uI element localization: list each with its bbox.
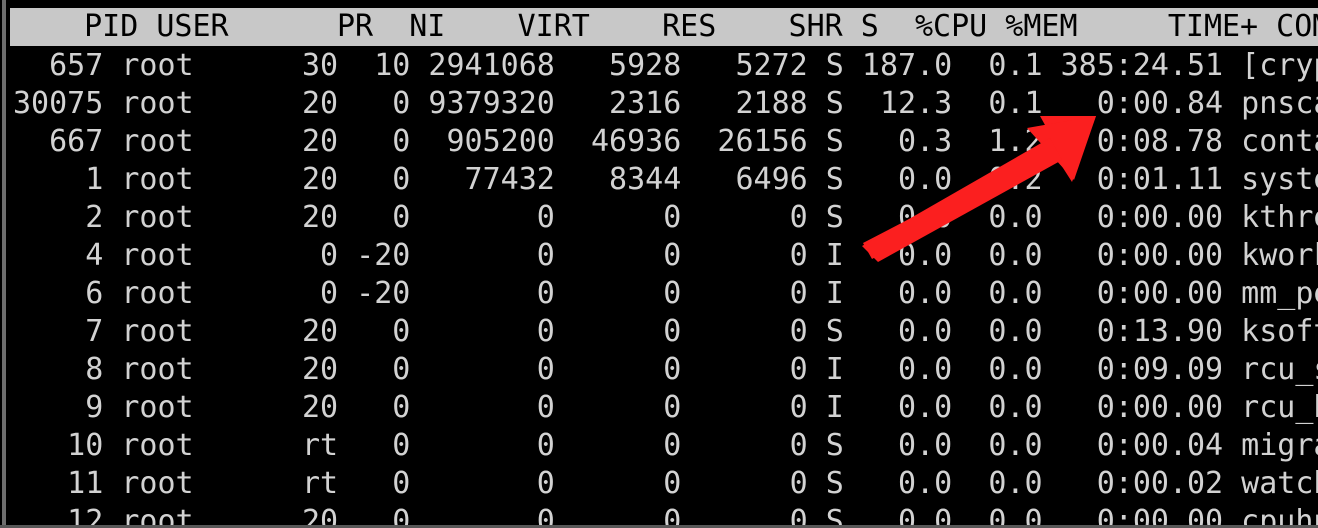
top-process-table: PID USER PR NI VIRT RES SHR S %CPU %MEM … [0, 0, 1318, 528]
process-rows: 657 root 30 10 2941068 5928 5272 S 187.0… [0, 47, 1318, 528]
row-text: 6 root 0 -20 0 0 0 I 0.0 0.0 0:00.00 mm_… [13, 276, 1318, 311]
table-row[interactable]: 10 root rt 0 0 0 0 S 0.0 0.0 0:00.04 mig… [0, 427, 1318, 465]
row-text: 2 root 20 0 0 0 0 S 0.0 0.0 0:00.00 kthr… [13, 200, 1318, 235]
row-text: 10 root rt 0 0 0 0 S 0.0 0.0 0:00.04 mig… [13, 428, 1318, 463]
table-row[interactable]: 30075 root 20 0 9379320 2316 2188 S 12.3… [0, 85, 1318, 123]
terminal-window: PID USER PR NI VIRT RES SHR S %CPU %MEM … [0, 0, 1318, 528]
row-text: 4 root 0 -20 0 0 0 I 0.0 0.0 0:00.00 kwo… [13, 238, 1318, 273]
window-left-border [2, 0, 6, 528]
row-text: 8 root 20 0 0 0 0 I 0.0 0.0 0:09.09 rcu_… [13, 352, 1318, 387]
row-text: 30075 root 20 0 9379320 2316 2188 S 12.3… [13, 86, 1318, 121]
table-row[interactable]: 657 root 30 10 2941068 5928 5272 S 187.0… [0, 47, 1318, 85]
row-text: 11 root rt 0 0 0 0 S 0.0 0.0 0:00.02 wat… [13, 466, 1318, 501]
table-header-row: PID USER PR NI VIRT RES SHR S %CPU %MEM … [10, 8, 1318, 46]
table-row[interactable]: 2 root 20 0 0 0 0 S 0.0 0.0 0:00.00 kthr… [0, 199, 1318, 237]
row-text: 7 root 20 0 0 0 0 S 0.0 0.0 0:13.90 ksof… [13, 314, 1318, 349]
table-row[interactable]: 1 root 20 0 77432 8344 6496 S 0.0 0.2 0:… [0, 161, 1318, 199]
row-text: 667 root 20 0 905200 46936 26156 S 0.3 1… [13, 124, 1318, 159]
row-text: 1 root 20 0 77432 8344 6496 S 0.0 0.2 0:… [13, 162, 1318, 197]
table-row[interactable]: 11 root rt 0 0 0 0 S 0.0 0.0 0:00.02 wat… [0, 465, 1318, 503]
table-row[interactable]: 7 root 20 0 0 0 0 S 0.0 0.0 0:13.90 ksof… [0, 313, 1318, 351]
row-text: 9 root 20 0 0 0 0 I 0.0 0.0 0:00.00 rcu_… [13, 390, 1318, 425]
table-row[interactable]: 4 root 0 -20 0 0 0 I 0.0 0.0 0:00.00 kwo… [0, 237, 1318, 275]
table-row[interactable]: 667 root 20 0 905200 46936 26156 S 0.3 1… [0, 123, 1318, 161]
row-text: 657 root 30 10 2941068 5928 5272 S 187.0… [13, 48, 1318, 83]
table-row[interactable]: 9 root 20 0 0 0 0 I 0.0 0.0 0:00.00 rcu_… [0, 389, 1318, 427]
table-header-text: PID USER PR NI VIRT RES SHR S %CPU %MEM … [48, 9, 1318, 44]
table-row[interactable]: 6 root 0 -20 0 0 0 I 0.0 0.0 0:00.00 mm_… [0, 275, 1318, 313]
table-row[interactable]: 8 root 20 0 0 0 0 I 0.0 0.0 0:09.09 rcu_… [0, 351, 1318, 389]
